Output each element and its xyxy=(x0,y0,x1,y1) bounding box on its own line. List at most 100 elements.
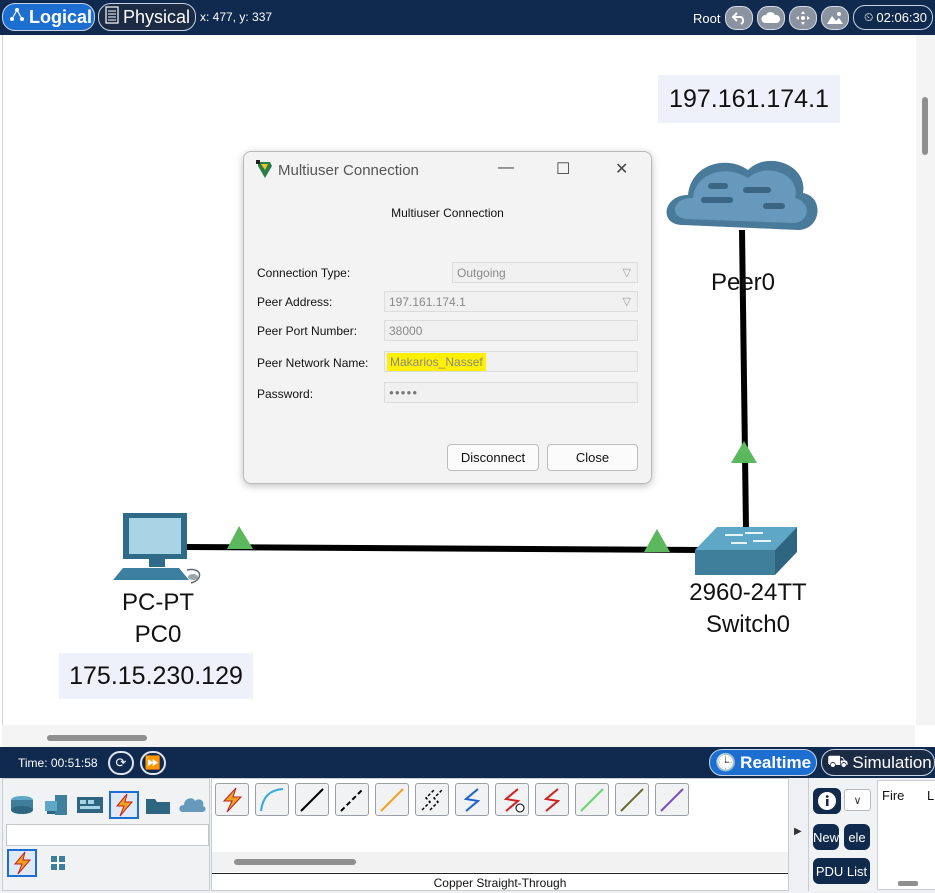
peer-address-label: 197.161.174.1 xyxy=(658,75,840,123)
cable-serial-dte-icon[interactable] xyxy=(535,783,569,816)
switch-device-icon[interactable] xyxy=(695,527,797,575)
close-icon[interactable]: ✕ xyxy=(615,159,628,179)
peer-network-name-value: Makarios_Nassef xyxy=(387,352,486,371)
chevron-down-icon: ▽ xyxy=(622,267,631,279)
network-devices-icon[interactable] xyxy=(7,791,37,819)
pdu-list-button[interactable]: PDU List xyxy=(813,858,870,884)
cursor-coordinates: x: 477, y: 337 xyxy=(200,10,273,24)
vertical-scroll-thumb[interactable] xyxy=(922,97,928,155)
cables-scroll-thumb[interactable] xyxy=(234,859,356,865)
miscellaneous-icon[interactable] xyxy=(143,791,173,819)
pc-address-label: 175.15.230.129 xyxy=(59,653,253,699)
tab-simulation[interactable]: ⛟ Simulation xyxy=(821,749,935,776)
connection-type-value: Outgoing xyxy=(457,265,506,280)
vertical-scrollbar[interactable] xyxy=(916,35,935,725)
top-toolbar: Logical Physical x: 477, y: 337 Root ⏲ 0… xyxy=(0,0,935,35)
switch-model-label: 2960-24TT xyxy=(689,579,807,606)
time-display: Time: 00:51:58 xyxy=(18,756,98,770)
chevron-down-icon: ▽ xyxy=(622,296,631,308)
password-field[interactable]: ●●●●● xyxy=(384,382,638,403)
disconnect-button[interactable]: Disconnect xyxy=(447,444,539,471)
cable-copper-straight-icon[interactable] xyxy=(295,783,329,816)
cables-scrollbar[interactable] xyxy=(212,852,788,872)
cable-phone-icon[interactable] xyxy=(415,783,449,816)
chevron-down-icon[interactable]: ∨ xyxy=(844,789,871,811)
panel-divider[interactable]: ▶ xyxy=(790,778,808,891)
auto-connection-subcategory-icon[interactable] xyxy=(7,849,37,877)
connection-type-label: Connection Type: xyxy=(257,266,351,280)
dialog-heading: Multiuser Connection xyxy=(391,206,504,220)
tab-realtime-label: Realtime xyxy=(740,752,812,772)
cable-octal-icon[interactable] xyxy=(575,783,609,816)
logical-workspace[interactable]: 197.161.174.1 Peer0 PC-PT PC0 175.15.230… xyxy=(2,35,915,725)
move-icon[interactable] xyxy=(789,6,817,30)
fast-forward-icon[interactable]: ⏩ xyxy=(140,751,166,775)
link-light-pc xyxy=(227,526,253,549)
components-icon[interactable] xyxy=(75,791,105,819)
cable-copper-cross-icon[interactable] xyxy=(335,783,369,816)
power-cycle-icon[interactable]: ⟳ xyxy=(108,751,134,775)
logical-view-icon xyxy=(9,7,25,28)
link-light-switch-peer xyxy=(731,441,757,463)
cable-console-icon[interactable] xyxy=(255,783,289,816)
tab-physical[interactable]: Physical xyxy=(98,3,196,31)
cable-usb-icon[interactable] xyxy=(655,783,689,816)
selected-cable-name: Copper Straight-Through xyxy=(212,873,788,891)
tab-realtime[interactable]: 🕒 Realtime xyxy=(709,749,817,776)
pc-type-label: PC-PT xyxy=(122,589,194,616)
pdu-scroll-thumb[interactable] xyxy=(898,881,918,886)
end-devices-icon[interactable] xyxy=(41,791,71,819)
grid-icon[interactable] xyxy=(43,849,73,877)
multiuser-cloud-icon[interactable] xyxy=(177,791,207,819)
cable-serial-dce-icon[interactable] xyxy=(495,783,529,816)
cable-fiber-icon[interactable] xyxy=(375,783,409,816)
tab-physical-label: Physical xyxy=(123,6,191,27)
peer-port-field[interactable]: 38000 xyxy=(384,320,638,341)
peer-network-name-field[interactable]: Makarios_Nassef xyxy=(384,351,638,372)
link-light-switch-pc xyxy=(644,529,670,552)
delete-pdu-button[interactable]: ele xyxy=(844,824,870,850)
device-categories xyxy=(2,778,210,891)
packet-tracer-window: Logical Physical x: 477, y: 337 Root ⏲ 0… xyxy=(0,0,935,893)
pdu-column-last: L xyxy=(927,788,935,803)
connection-type-select[interactable]: Outgoing ▽ xyxy=(452,262,638,283)
simulation-icon: ⛟ xyxy=(827,751,849,771)
cloud-add-icon[interactable] xyxy=(757,6,785,30)
device-search-input[interactable] xyxy=(6,824,209,846)
peer-address-field-label: Peer Address: xyxy=(257,295,333,309)
horizontal-scroll-thumb[interactable] xyxy=(47,735,147,741)
root-breadcrumb[interactable]: Root xyxy=(693,11,720,26)
tab-logical-label: Logical xyxy=(29,6,93,27)
peer-address-select[interactable]: 197.161.174.1 ▽ xyxy=(384,291,638,312)
device-panel: Copper Straight-Through ▶ ∨ New ele PDU … xyxy=(0,778,935,893)
back-icon[interactable] xyxy=(725,6,753,30)
password-label: Password: xyxy=(257,387,314,401)
cable-automatic-icon[interactable] xyxy=(215,783,249,816)
maximize-icon[interactable]: ☐ xyxy=(556,159,570,179)
cable-coaxial-icon[interactable] xyxy=(455,783,489,816)
pdu-panel: ∨ New ele PDU List Fire L xyxy=(808,778,935,891)
cable-types-panel: Copper Straight-Through xyxy=(211,778,789,891)
clock-icon: 🕒 xyxy=(715,752,737,772)
connections-category-icon[interactable] xyxy=(109,791,139,819)
peer-cloud-icon[interactable] xyxy=(666,160,818,230)
expand-arrow-icon[interactable]: ▶ xyxy=(794,826,802,837)
close-button[interactable]: Close xyxy=(547,444,638,471)
pc-device-icon[interactable] xyxy=(113,513,201,584)
horizontal-scrollbar[interactable] xyxy=(2,725,915,747)
peer-address-value: 197.161.174.1 xyxy=(389,294,466,309)
info-icon[interactable] xyxy=(813,788,841,814)
multiuser-connection-dialog: Multiuser Connection — ☐ ✕ Multiuser Con… xyxy=(243,151,652,484)
clock-display: ⏲ 02:06:30 xyxy=(853,5,933,30)
status-bar: Time: 00:51:58 ⟳ ⏩ 🕒 Realtime ⛟ Simulati… xyxy=(0,747,935,778)
peer-name-label: Peer0 xyxy=(710,269,776,296)
password-value: ●●●●● xyxy=(389,388,419,397)
new-pdu-button[interactable]: New xyxy=(813,824,839,850)
tab-logical[interactable]: Logical xyxy=(2,3,95,31)
background-image-icon[interactable] xyxy=(821,6,849,30)
minimize-icon[interactable]: — xyxy=(498,159,514,177)
link-pc-switch[interactable] xyxy=(186,544,704,553)
peer-network-name-label: Peer Network Name: xyxy=(257,356,369,370)
pdu-column-fire: Fire xyxy=(882,788,905,803)
cable-iot-icon[interactable] xyxy=(615,783,649,816)
